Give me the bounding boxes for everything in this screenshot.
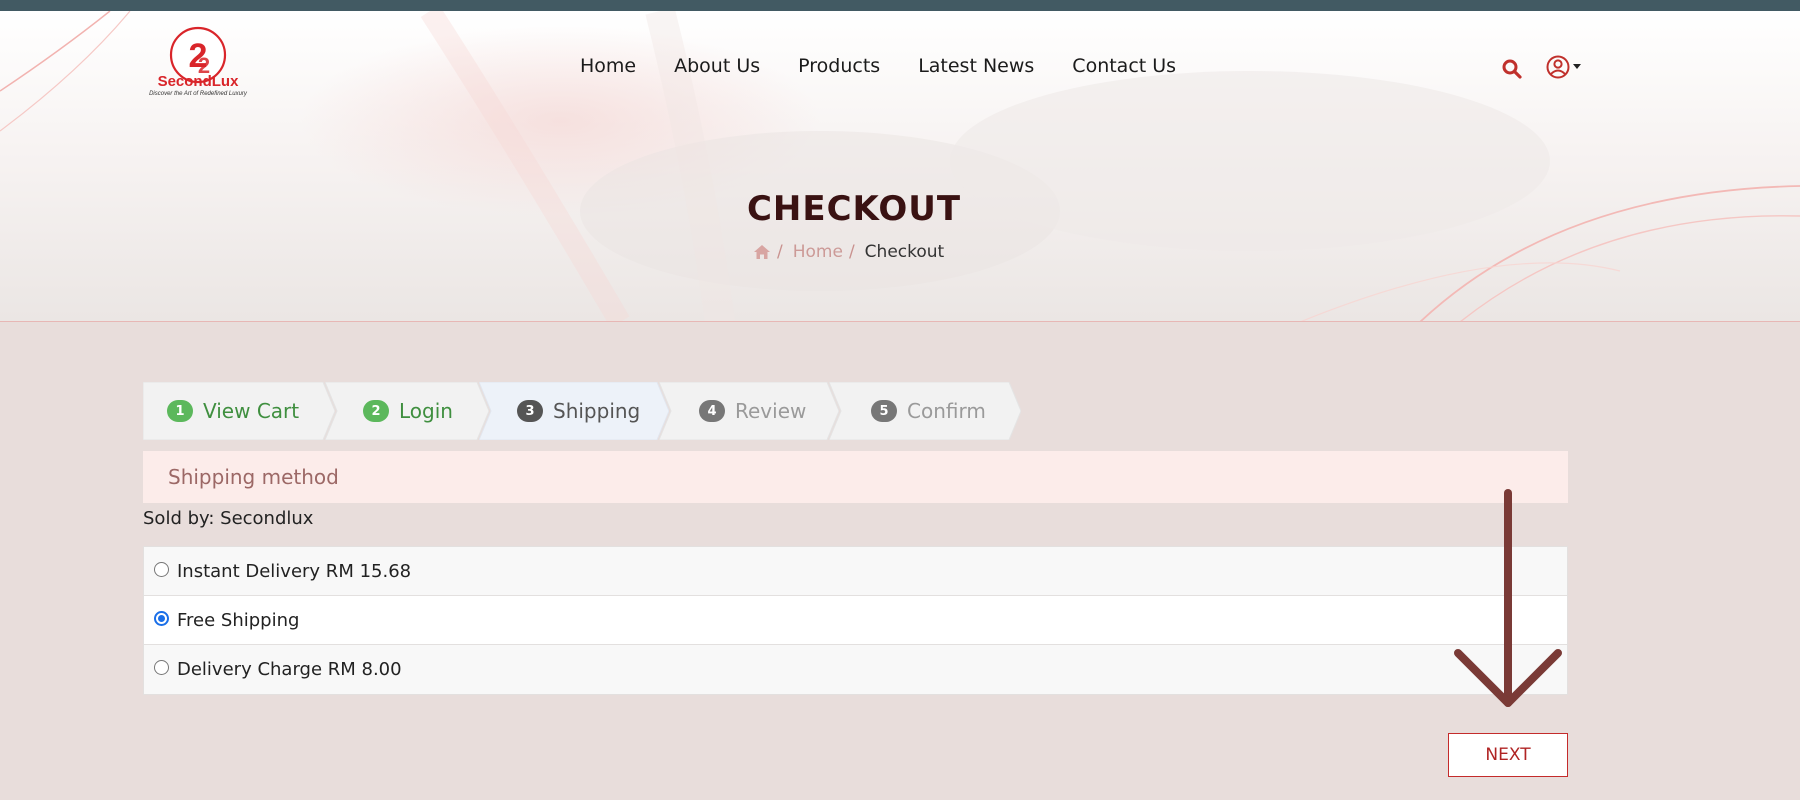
shipping-options: Instant Delivery RM 15.68 Free Shipping … <box>143 546 1568 695</box>
radio-button[interactable] <box>154 660 169 675</box>
hero-banner: 2 2 SecondLux Discover the Art of Redefi… <box>0 11 1800 322</box>
step-label: View Cart <box>203 399 300 423</box>
page-title: CHECKOUT <box>746 189 962 229</box>
shipping-method-heading: Shipping method <box>143 451 1568 503</box>
step-number: 2 <box>363 400 389 422</box>
user-menu-button[interactable] <box>1545 54 1589 80</box>
top-bar <box>0 0 1800 11</box>
step-number: 4 <box>699 400 725 422</box>
step-label: Login <box>399 399 453 423</box>
search-button[interactable] <box>1500 57 1524 81</box>
shipping-option-label: Free Shipping <box>177 609 300 631</box>
breadcrumb-separator: / <box>777 242 783 262</box>
sold-by-label: Sold by: Secondlux <box>143 508 314 529</box>
step-confirm[interactable]: 5 Confirm <box>829 382 1021 440</box>
breadcrumb-separator: / <box>848 242 855 262</box>
shipping-option-label: Instant Delivery RM 15.68 <box>177 560 412 582</box>
shipping-option-delivery-charge[interactable]: Delivery Charge RM 8.00 <box>144 645 1567 694</box>
nav-contact-us[interactable]: Contact Us <box>1072 55 1176 77</box>
main-nav: Home About Us Products Latest News Conta… <box>580 55 1214 77</box>
step-label: Review <box>735 399 807 423</box>
nav-products[interactable]: Products <box>798 55 880 77</box>
shipping-option-label: Delivery Charge RM 8.00 <box>177 659 402 680</box>
nav-latest-news[interactable]: Latest News <box>918 55 1034 77</box>
step-login[interactable]: 2 Login <box>325 382 489 440</box>
shipping-option-free[interactable]: Free Shipping <box>144 596 1567 645</box>
breadcrumb-home-link[interactable]: Home <box>793 242 843 262</box>
user-circle-icon <box>1546 55 1581 79</box>
down-arrow-annotation-icon <box>1454 489 1562 707</box>
radio-button[interactable] <box>154 610 169 626</box>
breadcrumb: / Home / Checkout <box>753 242 944 262</box>
step-number: 1 <box>167 400 193 422</box>
step-shipping[interactable]: 3 Shipping <box>479 382 669 440</box>
nav-about-us[interactable]: About Us <box>674 55 760 77</box>
step-label: Shipping <box>553 399 641 423</box>
step-view-cart[interactable]: 1 View Cart <box>143 382 335 440</box>
nav-home[interactable]: Home <box>580 55 636 77</box>
caret-down-icon <box>1573 64 1581 69</box>
next-button[interactable]: NEXT <box>1448 733 1568 777</box>
search-icon <box>1502 59 1522 79</box>
step-number: 5 <box>871 400 897 422</box>
step-number: 3 <box>517 400 543 422</box>
step-review[interactable]: 4 Review <box>659 382 839 440</box>
brand-name: SecondLux <box>157 73 239 90</box>
home-icon[interactable] <box>753 244 771 260</box>
brand-tagline: Discover the Art of Redefined Luxury <box>149 91 247 97</box>
step-label: Confirm <box>907 399 986 423</box>
shipping-option-instant[interactable]: Instant Delivery RM 15.68 <box>144 547 1567 596</box>
breadcrumb-current: Checkout <box>864 242 945 262</box>
radio-button[interactable] <box>154 561 169 577</box>
